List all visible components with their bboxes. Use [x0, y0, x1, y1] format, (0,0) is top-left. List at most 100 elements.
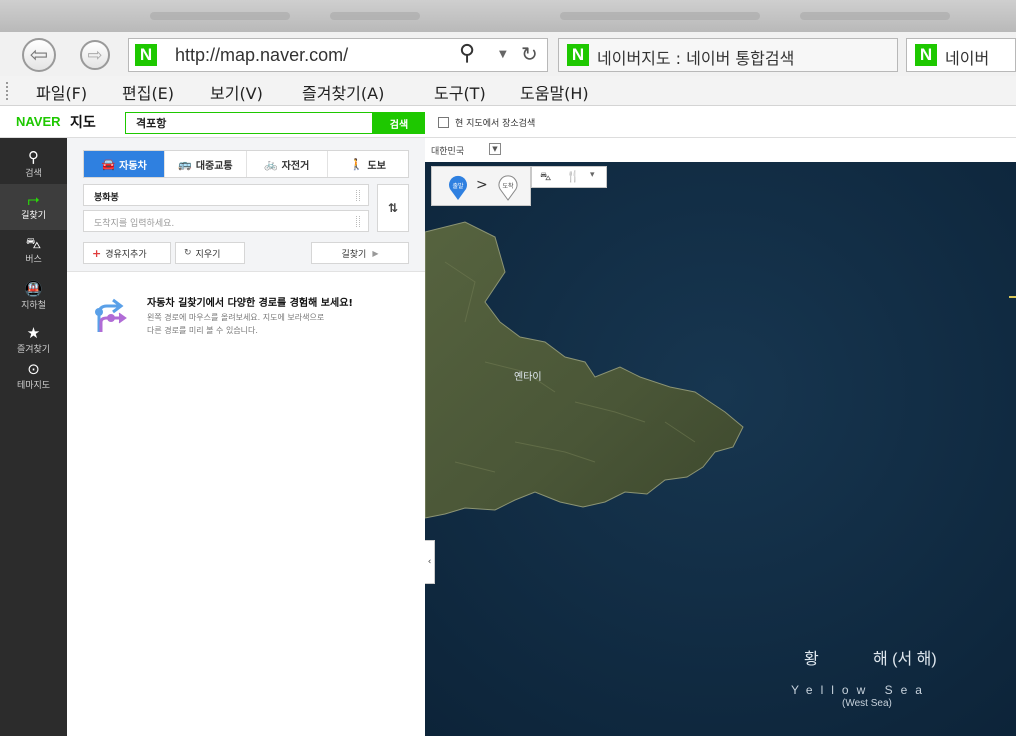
swap-route-button[interactable]: ⇅: [377, 184, 409, 232]
browser-tab-active[interactable]: N 네이버: [906, 38, 1016, 72]
tab-bicycle[interactable]: 🚲 자전거: [247, 151, 328, 177]
sea-label-korean: 해 (서 해): [873, 651, 937, 668]
find-route-button[interactable]: 길찾기 ▶: [311, 242, 409, 264]
subway-icon: 🚇: [24, 280, 43, 298]
svg-text:출발: 출발: [452, 182, 464, 190]
menu-help[interactable]: 도움말(H): [520, 80, 589, 104]
sea-label-korean: 황: [804, 651, 819, 668]
chevron-left-icon: ‹: [427, 557, 432, 567]
swap-arrows-icon: ⇅: [387, 201, 399, 215]
route-options-icon: [95, 298, 127, 332]
tab-public-transit[interactable]: 🚌 대중교통: [165, 151, 247, 177]
tab-label: 자전거: [281, 160, 310, 172]
flow-arrow: >: [476, 177, 488, 193]
sidebar-item-theme-map[interactable]: ⊙ 테마지도: [0, 354, 67, 400]
naver-logo[interactable]: NAVER: [16, 114, 61, 129]
end-pin-icon[interactable]: 도착: [496, 175, 520, 201]
naver-map-header: NAVER 지도 검색 현 지도에서 장소검색: [0, 106, 1016, 138]
naver-favicon: N: [567, 44, 589, 66]
bus-icon: ⛍: [25, 234, 42, 252]
bus-icon: 🚌: [178, 157, 192, 171]
transport-mode-tabs: 🚘 자동차 🚌 대중교통 🚲 자전거 🚶 도보: [83, 150, 409, 178]
back-button[interactable]: ⇦: [22, 38, 56, 72]
chevron-down-icon[interactable]: ▼: [489, 143, 501, 155]
destination-input[interactable]: 도착지를 입력하세요.: [83, 210, 369, 232]
refresh-icon[interactable]: ↻: [521, 42, 538, 66]
tab-walk[interactable]: 🚶 도보: [328, 151, 408, 177]
start-pin-icon[interactable]: 출발: [446, 175, 470, 201]
chevron-down-icon[interactable]: ▾: [590, 170, 595, 180]
add-waypoint-label: 경유지추가: [105, 249, 147, 260]
url-text: http://map.naver.com/: [175, 45, 349, 65]
area-search-checkbox[interactable]: [438, 117, 449, 128]
bus-icon[interactable]: ⛍: [540, 170, 551, 185]
place-search-input[interactable]: [125, 112, 373, 134]
start-location-input[interactable]: 봉화봉: [83, 184, 369, 206]
promo-description: 다른 경로를 미리 볼 수 있습니다.: [147, 326, 258, 335]
menu-favorites[interactable]: 즐겨찾기(A): [302, 80, 384, 104]
map-view[interactable]: 대한민국 ▼ 출발 > 도착 ⛍ 🍴 ▾ ‹ 옌타이 황 해 (서 해) Yel…: [425, 138, 1016, 736]
sidebar-item-label: 버스: [25, 255, 42, 265]
directions-form: 🚘 자동차 🚌 대중교통 🚲 자전거 🚶 도보 봉화봉 도착지를 입력하세요.: [67, 138, 425, 272]
menu-edit[interactable]: 편집(E): [122, 80, 174, 104]
toolbar-grip: [6, 82, 9, 100]
svg-text:도착: 도착: [502, 182, 514, 190]
sidebar-item-label: 길찾기: [21, 211, 46, 221]
search-icon[interactable]: ⚲: [459, 41, 475, 66]
address-bar[interactable]: N http://map.naver.com/ ⚲ ▼ ↻: [128, 38, 548, 72]
back-arrow-icon: ⇦: [29, 42, 49, 68]
search-button[interactable]: 검색: [373, 112, 425, 134]
restaurant-icon[interactable]: 🍴: [566, 170, 580, 183]
clear-button[interactable]: ↻ 지우기: [175, 242, 245, 264]
menu-file[interactable]: 파일(F): [36, 80, 87, 104]
sidebar-item-directions[interactable]: ⮣ 길찾기: [0, 184, 67, 230]
browser-tab[interactable]: N 네이버지도 : 네이버 통합검색: [558, 38, 898, 72]
navigation-row: ⇦ ⇨ N http://map.naver.com/ ⚲ ▼ ↻ N 네이버지…: [0, 34, 1016, 74]
find-route-label: 길찾기: [341, 249, 367, 260]
promo-description: 왼쪽 경로에 마우스를 올려보세요. 지도에 보라색으로: [147, 313, 325, 322]
naver-favicon: N: [135, 44, 157, 66]
map-edge-marker: [1009, 296, 1016, 298]
menu-view[interactable]: 보기(V): [210, 80, 263, 104]
tab-label: 도보: [367, 160, 386, 172]
destination-placeholder: 도착지를 입력하세요.: [94, 219, 175, 229]
sidebar-item-bus[interactable]: ⛍ 버스: [0, 228, 67, 274]
bicycle-icon: 🚲: [263, 157, 278, 171]
promo-title: 자동차 길찾기에서 다양한 경로를 경험해 보세요!: [147, 298, 353, 309]
icon-sidebar: ⚲ 검색 ⮣ 길찾기 ⛍ 버스 🚇 지하철 ★ 즐겨찾기 ⊙ 테마지도: [0, 138, 67, 736]
region-label[interactable]: 대한민국: [431, 144, 464, 157]
directions-icon: ⮣: [27, 190, 40, 208]
chevron-down-icon[interactable]: ▼: [499, 49, 507, 60]
forward-button[interactable]: ⇨: [80, 40, 110, 70]
drag-handle[interactable]: [356, 190, 360, 201]
tab-label: 네이버: [945, 49, 990, 68]
drag-handle[interactable]: [356, 216, 360, 227]
browser-chrome: ⇦ ⇨ N http://map.naver.com/ ⚲ ▼ ↻ N 네이버지…: [0, 0, 1016, 106]
sea-label-english: Yellow Sea: [791, 683, 930, 697]
tab-car[interactable]: 🚘 자동차: [84, 151, 166, 177]
sea-label-english-sub: (West Sea): [842, 698, 892, 709]
panel-collapse-button[interactable]: ‹: [425, 540, 435, 584]
menu-tools[interactable]: 도구(T): [434, 80, 486, 104]
route-flow-badge: 출발 > 도착: [431, 166, 531, 206]
tab-label: 대중교통: [195, 160, 233, 172]
star-icon: ★: [26, 324, 41, 342]
plus-icon: +: [92, 246, 102, 260]
start-location-value: 봉화봉: [94, 193, 119, 203]
map-title[interactable]: 지도: [70, 112, 96, 132]
chevron-right-icon: ▶: [372, 248, 379, 258]
sidebar-item-search[interactable]: ⚲ 검색: [0, 142, 67, 188]
tab-label: 자동차: [119, 160, 147, 172]
sidebar-item-subway[interactable]: 🚇 지하철: [0, 274, 67, 320]
naver-favicon: N: [915, 44, 937, 66]
sidebar-item-label: 검색: [25, 169, 42, 179]
refresh-icon: ↻: [184, 248, 192, 258]
area-search-label[interactable]: 현 지도에서 장소검색: [455, 116, 535, 129]
tab-label: 네이버지도 : 네이버 통합검색: [597, 49, 795, 68]
window-title-strip: [0, 0, 1016, 32]
city-label[interactable]: 옌타이: [514, 368, 542, 383]
car-icon: 🚘: [101, 157, 116, 171]
sidebar-item-label: 지하철: [21, 301, 46, 311]
add-waypoint-button[interactable]: + 경유지추가: [83, 242, 171, 264]
walk-icon: 🚶: [349, 157, 364, 171]
